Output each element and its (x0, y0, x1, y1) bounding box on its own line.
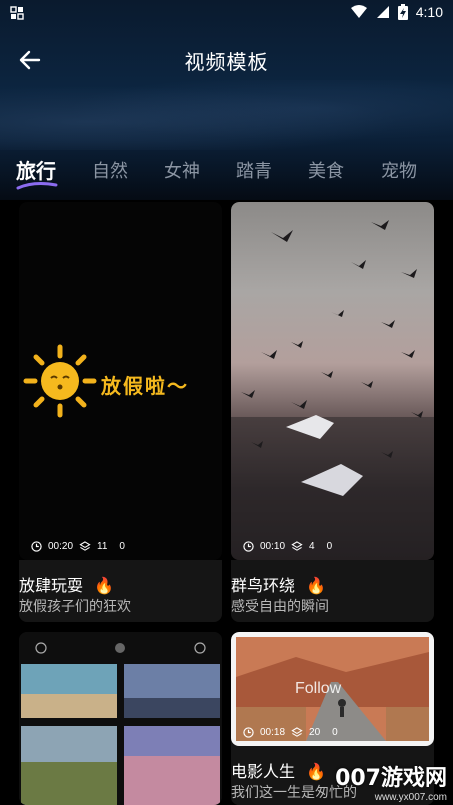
card-title-text: 放肆玩耍 (19, 576, 84, 595)
birds-image (231, 220, 434, 560)
card-meta: 00:10 4 0 (243, 541, 332, 552)
like-count: 0 (332, 727, 338, 738)
watermark-logo: 007游戏网 (335, 766, 447, 791)
overlay-text: Follow (295, 680, 342, 697)
watermark-url: www.yx007.com (374, 792, 447, 803)
app-notification-icon (10, 6, 24, 20)
tab-pets[interactable]: 宠物 (381, 157, 417, 183)
sun-sticker-icon (23, 344, 97, 418)
layers-icon (291, 727, 303, 737)
duration: 00:20 (48, 541, 74, 552)
watermark: 007游戏网 www.yx007.com (335, 760, 447, 803)
card-title-text: 电影人生 (231, 762, 296, 781)
tab-goddess[interactable]: 女神 (164, 157, 200, 183)
layers-icon (79, 541, 91, 551)
card-title-text: 群鸟环绕 (231, 576, 296, 595)
app-bar: 视频模板 (0, 40, 453, 80)
card-meta: 00:20 11 0 (31, 541, 125, 552)
card-subtitle: 放假孩子们的狂欢 (19, 599, 131, 615)
active-tab-indicator (16, 182, 58, 190)
status-bar: 4:10 (0, 0, 453, 26)
template-card-1[interactable]: 放假啦～ 00:20 11 0 放肆玩耍 🔥 放假孩子们的狂欢 (19, 202, 222, 622)
duration: 00:10 (260, 541, 286, 552)
like-count: 0 (326, 541, 333, 552)
fire-icon: 🔥 (94, 576, 115, 595)
clock-icon (243, 727, 254, 738)
tab-food[interactable]: 美食 (308, 157, 344, 183)
clock-icon (243, 541, 254, 552)
duration: 00:18 (260, 727, 286, 738)
layer-count: 20 (309, 727, 321, 738)
card-title: 群鸟环绕 🔥 (231, 572, 326, 596)
wifi-icon (350, 5, 367, 18)
layer-count: 11 (97, 541, 108, 552)
fire-icon: 🔥 (306, 576, 327, 595)
tab-spring-outing[interactable]: 踏青 (236, 157, 272, 183)
template-preview: 放假啦～ 00:20 11 0 (19, 202, 222, 560)
sticker-text: 放假啦～ (101, 374, 189, 398)
clock-icon (31, 541, 42, 552)
template-card-3[interactable] (19, 632, 222, 805)
signal-icon (376, 6, 389, 18)
card-subtitle: 感受自由的瞬间 (231, 599, 329, 615)
template-preview: 00:10 4 0 (231, 202, 434, 560)
tab-travel[interactable]: 旅行 (16, 155, 56, 184)
battery-charging-icon (397, 4, 408, 20)
status-time: 4:10 (415, 4, 443, 20)
template-collage-preview (19, 632, 222, 805)
like-count: 0 (119, 541, 125, 552)
layers-icon (291, 541, 303, 551)
fire-icon: 🔥 (306, 762, 327, 781)
card-info: 放肆玩耍 🔥 放假孩子们的狂欢 (19, 560, 222, 622)
card-title: 放肆玩耍 🔥 (19, 572, 114, 596)
card-title: 电影人生 🔥 (231, 758, 326, 782)
template-card-2[interactable]: 00:10 4 0 群鸟环绕 🔥 感受自由的瞬间 (231, 202, 434, 622)
template-preview: Follow 00:18 20 0 (231, 632, 434, 746)
category-tabs: 旅行 自然 女神 踏青 美食 宠物 (0, 155, 453, 195)
tab-nature[interactable]: 自然 (92, 157, 128, 183)
page-title: 视频模板 (184, 50, 269, 74)
card-meta: 00:18 20 0 (243, 727, 338, 738)
card-info: 群鸟环绕 🔥 感受自由的瞬间 (231, 560, 434, 622)
layer-count: 4 (309, 541, 315, 552)
